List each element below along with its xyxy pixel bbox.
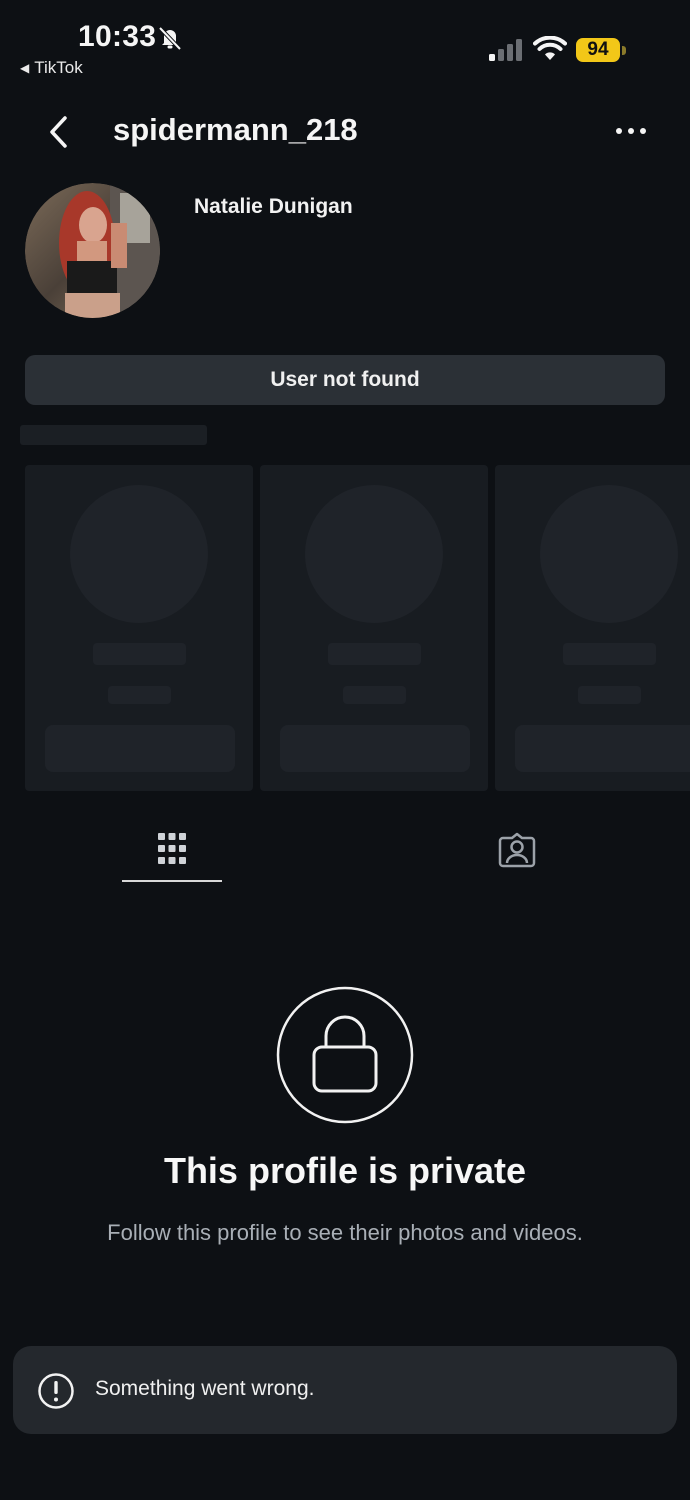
skeleton-card	[25, 465, 253, 791]
display-name: Natalie Dunigan	[194, 195, 353, 218]
exclamation-circle-icon	[38, 1373, 74, 1409]
signal-icon	[489, 39, 522, 61]
grid-icon	[158, 833, 186, 864]
private-subtitle: Follow this profile to see their photos …	[107, 1220, 583, 1245]
wifi-icon	[533, 36, 567, 60]
private-title: This profile is private	[163, 1150, 527, 1191]
toast-message: Something went wrong.	[95, 1377, 315, 1400]
more-icon[interactable]	[612, 118, 650, 144]
lock-icon	[276, 986, 414, 1124]
battery-level: 94	[576, 38, 620, 62]
tab-tagged[interactable]	[487, 820, 547, 882]
tab-posts[interactable]	[122, 820, 222, 882]
back-to-app-link[interactable]: ◀ TikTok	[20, 58, 83, 78]
profile-username: spidermann_218	[113, 112, 358, 147]
battery-icon: 94	[576, 38, 626, 63]
avatar[interactable]	[25, 183, 160, 318]
bell-slash-icon	[158, 26, 182, 51]
tagged-person-icon	[498, 832, 536, 868]
back-triangle-icon: ◀	[20, 61, 30, 75]
instagram-profile-screen: 10:33 ◀ TikTok 94 spidermann_218 Natalie…	[0, 0, 690, 1500]
tab-selected-indicator	[122, 880, 222, 882]
error-toast[interactable]: Something went wrong.	[13, 1346, 677, 1434]
status-time: 10:33	[78, 20, 157, 53]
user-not-found-button[interactable]: User not found	[25, 355, 665, 405]
skeleton-title	[20, 425, 207, 445]
chevron-left-icon[interactable]	[40, 110, 80, 154]
skeleton-card	[495, 465, 690, 791]
skeleton-card	[260, 465, 488, 791]
back-app-label: TikTok	[34, 58, 83, 77]
